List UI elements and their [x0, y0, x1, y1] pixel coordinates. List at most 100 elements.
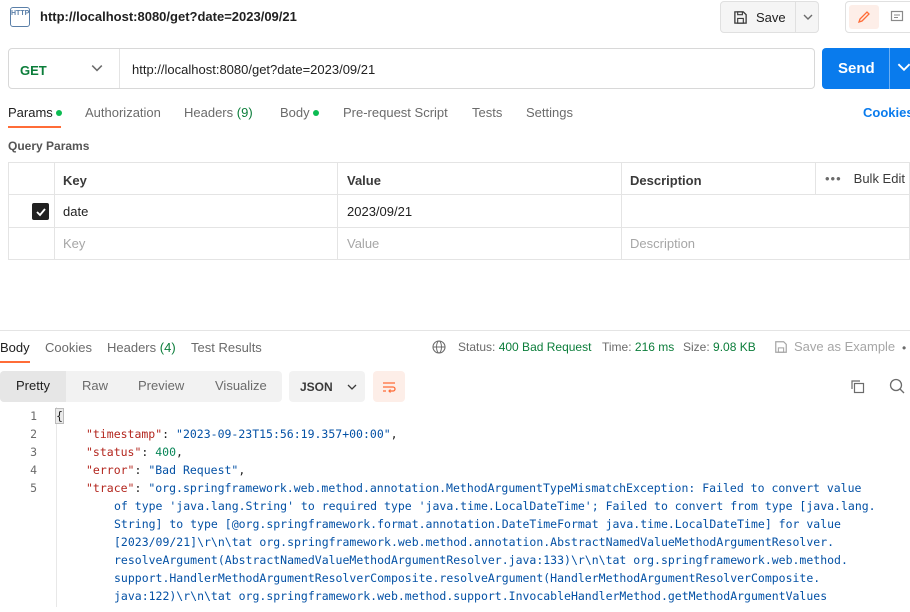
bulk-edit-button[interactable]: ••• Bulk Edit — [825, 171, 905, 186]
new-param-key-input[interactable]: Key — [63, 236, 85, 251]
search-icon[interactable] — [889, 378, 905, 394]
active-dot — [55, 109, 62, 116]
response-tab-cookies[interactable]: Cookies — [45, 340, 92, 355]
comments-button[interactable] — [882, 5, 910, 29]
response-tab-body[interactable]: Body — [0, 340, 30, 355]
response-headers-label: Headers — [107, 340, 157, 355]
content-type-label: JSON — [300, 379, 333, 394]
save-options-button[interactable] — [796, 2, 819, 32]
tab-tests[interactable]: Tests — [472, 105, 502, 120]
method-select[interactable]: GET — [20, 63, 47, 78]
tab-params-label: Params — [8, 105, 53, 120]
code-wrap-line: support.HandlerMethodArgumentResolverCom… — [114, 571, 821, 585]
param-key[interactable]: date — [63, 204, 88, 219]
chevron-down-icon — [803, 14, 812, 20]
url-divider — [119, 49, 120, 88]
json-value: "Bad Request" — [148, 463, 239, 477]
more-options-icon: ••• — [825, 171, 842, 186]
code-line: "error": "Bad Request", — [86, 463, 246, 477]
checkmark-icon — [35, 207, 46, 216]
json-key: "status" — [86, 445, 142, 459]
json-key: "timestamp" — [86, 427, 163, 441]
save-label: Save — [756, 9, 786, 25]
response-tab-test-results[interactable]: Test Results — [191, 340, 262, 355]
save-button-group: Save — [720, 1, 819, 33]
json-value: "2023-09-23T15:56:19.357+00:00" — [176, 427, 391, 441]
more-icon[interactable]: • — [902, 341, 906, 355]
new-param-value-input[interactable]: Value — [347, 236, 379, 251]
pencil-icon — [857, 11, 870, 24]
content-type-select[interactable]: JSON — [289, 371, 365, 402]
response-headers-count: (4) — [159, 340, 176, 355]
globe-icon[interactable] — [432, 340, 446, 354]
tab-body-label: Body — [280, 105, 310, 120]
response-divider — [0, 330, 910, 331]
format-visualize[interactable]: Visualize — [215, 378, 267, 393]
line-number: 3 — [30, 445, 37, 459]
status-label: Status: — [458, 340, 496, 354]
edit-mode-button[interactable] — [849, 5, 879, 29]
save-as-example-label: Save as Example — [794, 339, 896, 354]
save-button[interactable]: Save — [721, 2, 795, 32]
time-label: Time: — [602, 340, 632, 354]
format-raw[interactable]: Raw — [82, 378, 108, 393]
json-key: "trace" — [86, 481, 135, 495]
tab-settings[interactable]: Settings — [526, 105, 573, 120]
line-number: 1 — [30, 409, 37, 423]
bulk-edit-label: Bulk Edit — [853, 171, 905, 186]
format-tabs: Pretty Raw Preview Visualize — [0, 371, 282, 402]
code-line: "timestamp": "2023-09-23T15:56:19.357+00… — [86, 427, 398, 441]
code-line: "status": 400, — [86, 445, 183, 459]
tab-headers[interactable]: Headers (9) — [184, 105, 253, 120]
http-icon: HTTP — [10, 7, 30, 27]
format-preview[interactable]: Preview — [138, 378, 184, 393]
response-status: Status: 400 Bad Request — [458, 340, 591, 354]
send-divider — [889, 48, 890, 89]
query-params-table: Key Value Description ••• Bulk Edit date… — [8, 162, 910, 260]
tab-params[interactable]: Params — [8, 105, 62, 120]
code-wrap-line: of type 'java.lang.String' to required t… — [114, 499, 876, 513]
code-line: "trace": "org.springframework.web.method… — [86, 481, 862, 495]
tab-prerequest-script[interactable]: Pre-request Script — [343, 105, 448, 120]
size-label: Size: — [683, 340, 710, 354]
cookies-link[interactable]: Cookies — [863, 105, 910, 120]
chevron-down-icon[interactable] — [91, 62, 103, 74]
save-as-example-button[interactable]: Save as Example — [774, 339, 895, 354]
line-number: 5 — [30, 481, 37, 495]
tab-headers-label: Headers — [184, 105, 234, 120]
format-pretty[interactable]: Pretty — [16, 378, 50, 393]
send-button[interactable]: Send — [838, 60, 875, 77]
tab-body[interactable]: Body — [280, 105, 319, 120]
send-button-group: Send — [822, 48, 910, 89]
active-dot — [312, 109, 319, 116]
wrap-lines-button[interactable] — [373, 371, 405, 402]
json-key: "error" — [86, 463, 135, 477]
time-value: 216 ms — [634, 340, 675, 354]
size-value: 9.08 KB — [713, 340, 756, 354]
col-divider — [621, 163, 622, 259]
code-wrap-line: [2023/09/21]\r\n\tat org.springframework… — [114, 535, 835, 549]
url-input[interactable]: http://localhost:8080/get?date=2023/09/2… — [132, 62, 375, 77]
code-wrap-line: String] to type [@org.springframework.fo… — [114, 517, 841, 531]
response-time: Time: 216 ms — [602, 340, 674, 354]
query-params-title: Query Params — [8, 139, 90, 153]
chevron-down-icon[interactable] — [897, 60, 910, 74]
save-icon — [734, 10, 747, 24]
status-value: 400 Bad Request — [498, 340, 592, 354]
response-tab-headers[interactable]: Headers (4) — [107, 340, 176, 355]
tab-authorization[interactable]: Authorization — [85, 105, 161, 120]
row-divider — [9, 194, 910, 195]
request-title[interactable]: http://localhost:8080/get?date=2023/09/2… — [40, 9, 297, 24]
col-divider — [337, 163, 338, 259]
wrap-icon — [383, 381, 396, 393]
active-response-tab-indicator — [0, 361, 30, 363]
response-body-viewer[interactable]: 1 2 3 4 5 { "timestamp": "2023-09-23T15:… — [0, 407, 910, 612]
new-param-description-input[interactable]: Description — [630, 236, 695, 251]
copy-icon[interactable] — [850, 379, 865, 394]
col-divider — [815, 163, 816, 194]
param-enabled-checkbox[interactable] — [32, 203, 49, 220]
comment-icon — [890, 10, 904, 22]
param-value[interactable]: 2023/09/21 — [347, 204, 412, 219]
line-number: 4 — [30, 463, 37, 477]
column-header-description: Description — [630, 173, 702, 188]
